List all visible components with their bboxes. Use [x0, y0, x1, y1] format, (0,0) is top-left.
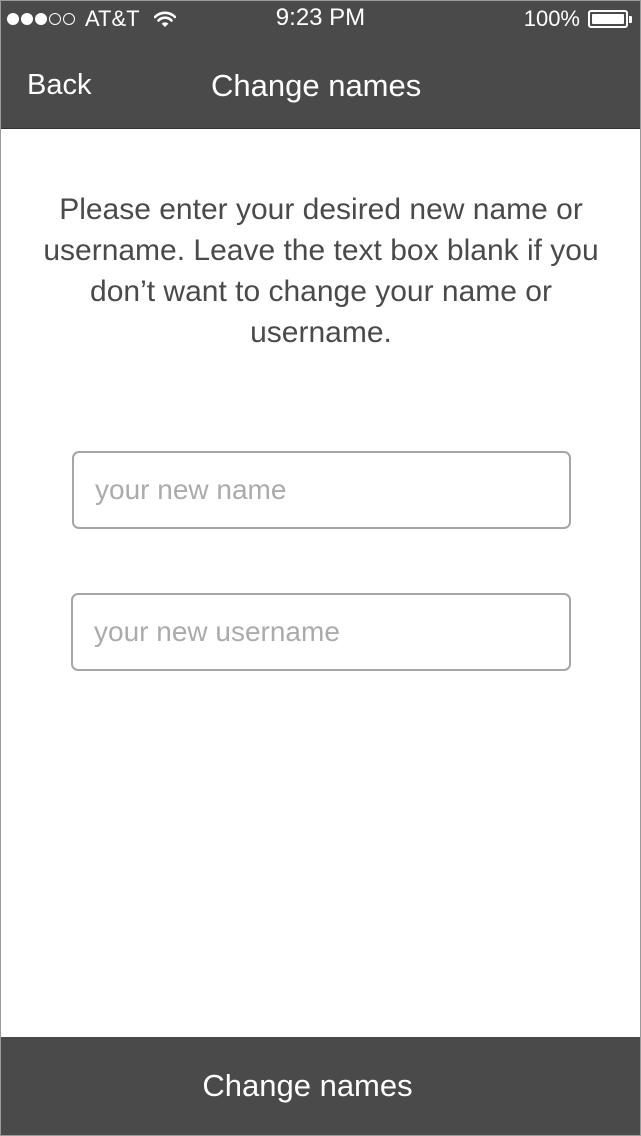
battery-body	[588, 10, 628, 28]
new-username-input[interactable]	[71, 593, 571, 671]
status-bar: AT&T 9:23 PM 100%	[1, 1, 640, 37]
app-screen: AT&T 9:23 PM 100% Back Change names Plea…	[0, 0, 641, 1136]
new-name-input[interactable]	[72, 451, 571, 529]
page-title: Change names	[211, 68, 422, 103]
instructions-text: Please enter your desired new name or us…	[43, 193, 599, 349]
change-names-button[interactable]: Change names	[1, 1037, 640, 1135]
change-names-button-label: Change names	[202, 1068, 413, 1103]
battery-percent: 100%	[523, 6, 580, 31]
navigation-bar: Back Change names	[1, 37, 640, 129]
battery-fill	[592, 14, 624, 24]
battery-tip	[629, 15, 632, 23]
battery-icon	[588, 10, 632, 28]
status-right: 100%	[524, 6, 632, 32]
back-button[interactable]: Back	[27, 69, 91, 102]
